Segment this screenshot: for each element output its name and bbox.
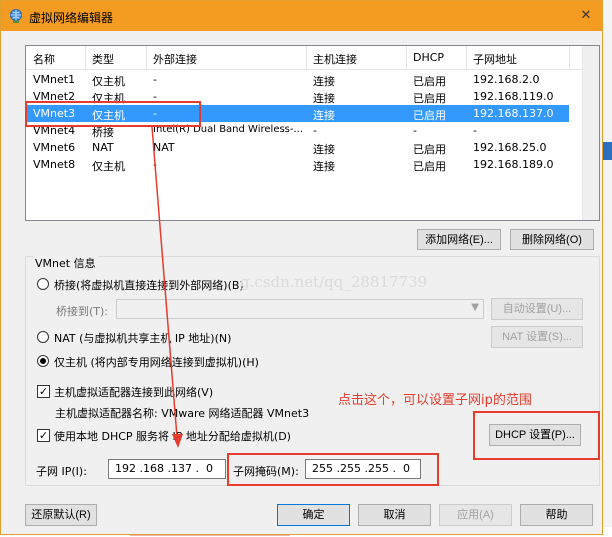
column-header-subnet[interactable]: 子网地址 bbox=[473, 51, 517, 67]
highlight-box-dhcp-button bbox=[473, 411, 600, 460]
use-dhcp-checkbox[interactable]: ✓ bbox=[37, 429, 50, 442]
cell-dhcp: 已启用 bbox=[413, 92, 446, 105]
column-separator bbox=[406, 46, 407, 70]
cell-dhcp: 已启用 bbox=[413, 160, 446, 173]
cell-host: - bbox=[313, 124, 317, 137]
network-globe-icon bbox=[10, 9, 22, 23]
cell-subnet: 192.168.2.0 bbox=[473, 73, 540, 86]
chevron-down-icon: ▼ bbox=[471, 302, 479, 313]
ok-button[interactable]: 确定 bbox=[277, 504, 350, 526]
cell-dhcp: - bbox=[413, 124, 417, 137]
cell-subnet: 192.168.137.0 bbox=[473, 107, 554, 120]
cell-host: 连接 bbox=[313, 160, 335, 173]
bridged-radio[interactable] bbox=[37, 278, 49, 290]
nat-radio-label[interactable]: NAT (与虚拟机共享主机 IP 地址)(N) bbox=[54, 330, 231, 346]
cell-dhcp: 已启用 bbox=[413, 109, 446, 122]
restore-defaults-button[interactable]: 还原默认(R) bbox=[25, 504, 97, 526]
help-button[interactable]: 帮助 bbox=[520, 504, 593, 526]
cell-subnet: 192.168.25.0 bbox=[473, 141, 547, 154]
apply-button[interactable]: 应用(A) bbox=[439, 504, 512, 526]
column-header-host[interactable]: 主机连接 bbox=[313, 51, 357, 67]
vmnet-info-label: VMnet 信息 bbox=[33, 255, 98, 271]
cell-subnet: 192.168.119.0 bbox=[473, 90, 554, 103]
list-header: 名称 类型 外部连接 主机连接 DHCP 子网地址 bbox=[26, 46, 599, 70]
cell-type: 仅主机 bbox=[92, 75, 125, 88]
column-header-type[interactable]: 类型 bbox=[92, 51, 114, 67]
cell-external: NAT bbox=[153, 141, 175, 154]
column-header-external[interactable]: 外部连接 bbox=[153, 51, 197, 67]
bridged-to-select[interactable]: ▼ bbox=[116, 299, 484, 319]
column-separator bbox=[306, 46, 307, 70]
table-row[interactable]: VMnet8 仅主机 - 连接 已启用 192.168.189.0 bbox=[26, 156, 569, 173]
cell-dhcp: 已启用 bbox=[413, 75, 446, 88]
column-separator bbox=[466, 46, 467, 70]
use-dhcp-label[interactable]: 使用本地 DHCP 服务将 IP 地址分配给虚拟机(D) bbox=[54, 428, 291, 444]
add-network-button[interactable]: 添加网络(E)... bbox=[417, 229, 501, 250]
host-only-radio[interactable] bbox=[37, 355, 49, 367]
cancel-button[interactable]: 取消 bbox=[358, 504, 431, 526]
cell-external: - bbox=[153, 73, 157, 86]
watermark-text: g.csdn.net/qq_28817739 bbox=[240, 273, 428, 291]
close-button[interactable]: ✕ bbox=[575, 6, 597, 26]
bridged-to-label: 桥接到(T): bbox=[56, 305, 109, 318]
cell-name: VMnet8 bbox=[33, 158, 76, 171]
cell-host: 连接 bbox=[313, 143, 335, 156]
annotation-text: 点击这个，可以设置子网ip的范围 bbox=[338, 393, 532, 408]
bridged-radio-label[interactable]: 桥接(将虚拟机直接连接到外部网络)(B) bbox=[54, 277, 244, 293]
remove-network-button[interactable]: 删除网络(O) bbox=[510, 229, 594, 250]
subnet-ip-input[interactable]: 192 .168 .137 . 0 bbox=[108, 459, 226, 479]
column-separator bbox=[85, 46, 86, 70]
cell-subnet: - bbox=[473, 124, 477, 137]
table-row[interactable]: VMnet1 仅主机 - 连接 已启用 192.168.2.0 bbox=[26, 71, 569, 88]
connect-adapter-label[interactable]: 主机虚拟适配器连接到此网络(V) bbox=[54, 384, 213, 400]
cell-name: VMnet1 bbox=[33, 73, 76, 86]
list-scrollbar[interactable] bbox=[582, 46, 599, 220]
cell-type: NAT bbox=[92, 141, 114, 154]
nat-radio[interactable] bbox=[37, 331, 49, 343]
connect-adapter-checkbox[interactable]: ✓ bbox=[37, 385, 50, 398]
column-separator bbox=[146, 46, 147, 70]
host-only-radio-label[interactable]: 仅主机 (将内部专用网络连接到虚拟机)(H) bbox=[54, 354, 259, 370]
column-header-name[interactable]: 名称 bbox=[33, 51, 55, 67]
cell-host: 连接 bbox=[313, 92, 335, 105]
auto-settings-button[interactable]: 自动设置(U)... bbox=[491, 298, 583, 320]
subnet-ip-label: 子网 IP(I): bbox=[36, 465, 87, 478]
background-blue-block bbox=[602, 142, 612, 160]
table-row[interactable]: VMnet6 NAT NAT 连接 已启用 192.168.25.0 bbox=[26, 139, 569, 156]
adapter-name-text: 主机虚拟适配器名称: VMware 网络适配器 VMnet3 bbox=[55, 407, 310, 420]
column-separator bbox=[569, 46, 570, 70]
network-list[interactable]: 名称 类型 外部连接 主机连接 DHCP 子网地址 VMnet1 仅主机 - 连… bbox=[25, 45, 600, 221]
cell-host: 连接 bbox=[313, 75, 335, 88]
cell-host: 连接 bbox=[313, 109, 335, 122]
highlight-box-subnet-mask bbox=[227, 453, 439, 486]
cell-dhcp: 已启用 bbox=[413, 143, 446, 156]
cell-subnet: 192.168.189.0 bbox=[473, 158, 554, 171]
cell-type: 仅主机 bbox=[92, 160, 125, 173]
cell-external: - bbox=[153, 158, 157, 171]
window-title: 虚拟网络编辑器 bbox=[29, 11, 114, 25]
highlight-box-vmnet3 bbox=[25, 101, 201, 127]
cell-name: VMnet6 bbox=[33, 141, 76, 154]
column-header-dhcp[interactable]: DHCP bbox=[413, 51, 444, 64]
title-bar: 虚拟网络编辑器 ✕ bbox=[1, 1, 602, 31]
nat-settings-button[interactable]: NAT 设置(S)... bbox=[491, 326, 583, 348]
